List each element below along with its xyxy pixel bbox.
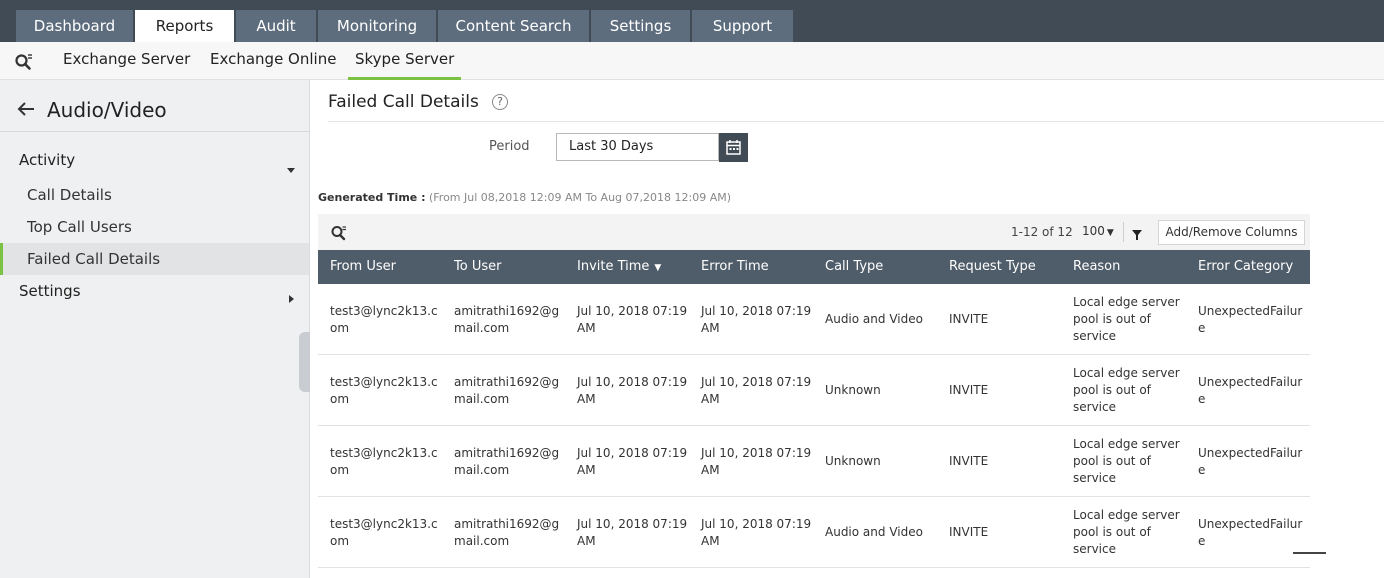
col-error-time[interactable]: Error Time <box>701 250 769 284</box>
calendar-icon <box>719 140 748 166</box>
cell-invite-time: Jul 10, 2018 07:19 AM <box>577 304 688 335</box>
caret-down-icon[interactable] <box>286 160 296 173</box>
generated-time-value: (From Jul 08,2018 12:09 AM To Aug 07,201… <box>425 191 732 204</box>
period-label: Period <box>489 139 530 154</box>
table-search-icon[interactable] <box>330 224 348 242</box>
sidebar-group-settings[interactable]: Settings <box>19 282 81 300</box>
cell-reason: Local edge server pool is out of service <box>1073 437 1180 485</box>
add-remove-columns-button[interactable]: Add/Remove Columns <box>1158 220 1305 245</box>
cell-from-user: test3@lync2k13.c om <box>330 446 438 477</box>
cell-error-time: Jul 10, 2018 07:19 AM <box>701 446 812 477</box>
cell-call-type: Audio and Video <box>825 312 923 326</box>
tab-reports[interactable]: Reports <box>135 10 234 42</box>
per-page-value: 100 <box>1082 224 1105 238</box>
per-page-caret-icon: ▼ <box>1106 228 1114 238</box>
per-page-select[interactable]: 100 ▼ <box>1082 224 1114 238</box>
tab-dashboard[interactable]: Dashboard <box>16 10 133 42</box>
table-row[interactable]: test3@lync2k13.c om amitrathi1692@g mail.c… <box>318 497 1310 568</box>
sidebar-item-top-call-users[interactable]: Top Call Users <box>0 211 309 243</box>
cell-reason: Local edge server pool is out of service <box>1073 295 1180 343</box>
generated-time-label: Generated Time : <box>318 191 426 204</box>
sub-nav: Exchange Server Exchange Online Skype Se… <box>0 42 1384 80</box>
scroll-indicator[interactable] <box>1293 552 1326 554</box>
record-count: 1-12 of 12 <box>1011 225 1073 239</box>
col-to-user[interactable]: To User <box>454 250 501 284</box>
cell-request-type: INVITE <box>949 383 989 397</box>
cell-to-user: amitrathi1692@g mail.com <box>454 375 560 406</box>
cell-error-time: Jul 10, 2018 07:19 AM <box>701 304 812 335</box>
sidebar: Audio/Video Activity Call Details Top Ca… <box>0 80 310 578</box>
cell-from-user: test3@lync2k13.c om <box>330 375 438 406</box>
cell-request-type: INVITE <box>949 454 989 468</box>
table-header: From User To User Invite Time ▼ Error Tim… <box>318 250 1310 284</box>
subnav-skype-server[interactable]: Skype Server <box>348 42 462 80</box>
col-request-type[interactable]: Request Type <box>949 250 1036 284</box>
cell-from-user: test3@lync2k13.c om <box>330 304 438 335</box>
cell-error-time: Jul 10, 2018 07:19 AM <box>701 375 812 406</box>
tab-settings[interactable]: Settings <box>591 10 690 42</box>
cell-invite-time: Jul 10, 2018 07:19 AM <box>577 375 688 406</box>
cell-request-type: INVITE <box>949 525 989 539</box>
cell-request-type: INVITE <box>949 312 989 326</box>
sidebar-item-call-details[interactable]: Call Details <box>0 179 309 211</box>
cell-error-category: UnexpectedFailur e <box>1198 304 1303 335</box>
tab-support[interactable]: Support <box>692 10 793 42</box>
subnav-exchange-server[interactable]: Exchange Server <box>63 42 190 80</box>
back-arrow-icon[interactable] <box>16 100 36 118</box>
cell-from-user: test3@lync2k13.c om <box>330 517 438 548</box>
sidebar-item-failed-call-details[interactable]: Failed Call Details <box>0 243 309 275</box>
sidebar-header: Audio/Video <box>0 80 309 132</box>
toolbar-divider <box>1123 222 1124 242</box>
cell-invite-time: Jul 10, 2018 07:19 AM <box>577 446 688 477</box>
col-invite-time[interactable]: Invite Time ▼ <box>577 250 661 284</box>
filter-icon[interactable] <box>1131 226 1143 240</box>
table-row[interactable]: test3@lync2k13.c om amitrathi1692@g mail.c… <box>318 284 1310 355</box>
cell-to-user: amitrathi1692@g mail.com <box>454 517 560 548</box>
cell-error-category: UnexpectedFailur e <box>1198 446 1303 477</box>
subnav-exchange-online[interactable]: Exchange Online <box>210 42 336 80</box>
main-content: Failed Call Details ? Period Last 30 Day… <box>310 80 1384 578</box>
table-toolbar: 1-12 of 12 100 ▼ Add/Remove Columns <box>318 214 1310 250</box>
cell-to-user: amitrathi1692@g mail.com <box>454 304 560 335</box>
table-row[interactable]: test3@lync2k13.c om amitrathi1692@g mail.c… <box>318 355 1310 426</box>
tab-monitoring[interactable]: Monitoring <box>318 10 436 42</box>
cell-invite-time: Jul 10, 2018 07:19 AM <box>577 517 688 548</box>
help-icon[interactable]: ? <box>492 94 508 110</box>
tab-content-search[interactable]: Content Search <box>438 10 589 42</box>
cell-error-category: UnexpectedFailur e <box>1198 375 1303 406</box>
top-nav: Dashboard Reports Audit Monitoring Conte… <box>0 0 1384 42</box>
sidebar-collapse-handle[interactable] <box>299 332 310 392</box>
cell-error-time: Jul 10, 2018 07:19 AM <box>701 517 812 548</box>
sort-desc-icon: ▼ <box>654 263 662 273</box>
cell-call-type: Unknown <box>825 454 881 468</box>
table-row[interactable]: test3@lync2k13.c om amitrathi1692@g mail.c… <box>318 426 1310 497</box>
title-divider <box>328 121 1384 122</box>
col-call-type[interactable]: Call Type <box>825 250 883 284</box>
col-from-user[interactable]: From User <box>330 250 396 284</box>
col-error-category[interactable]: Error Category <box>1198 250 1293 284</box>
cell-call-type: Unknown <box>825 383 881 397</box>
cell-reason: Local edge server pool is out of service <box>1073 508 1180 556</box>
caret-right-icon[interactable] <box>286 289 296 303</box>
app-root: Dashboard Reports Audit Monitoring Conte… <box>0 0 1384 578</box>
search-icon[interactable] <box>14 52 34 72</box>
cell-to-user: amitrathi1692@g mail.com <box>454 446 560 477</box>
cell-call-type: Audio and Video <box>825 525 923 539</box>
cell-error-category: UnexpectedFailur e <box>1198 517 1303 548</box>
generated-time: Generated Time : (From Jul 08,2018 12:09… <box>318 191 731 204</box>
page-title: Failed Call Details <box>328 92 479 112</box>
tab-audit[interactable]: Audit <box>236 10 316 42</box>
sidebar-group-activity[interactable]: Activity <box>19 151 75 169</box>
cell-reason: Local edge server pool is out of service <box>1073 366 1180 414</box>
period-select[interactable]: Last 30 Days <box>556 133 719 161</box>
calendar-button[interactable] <box>719 133 748 162</box>
col-invite-time-label: Invite Time <box>577 259 650 274</box>
col-reason[interactable]: Reason <box>1073 250 1120 284</box>
sidebar-title: Audio/Video <box>47 98 167 122</box>
